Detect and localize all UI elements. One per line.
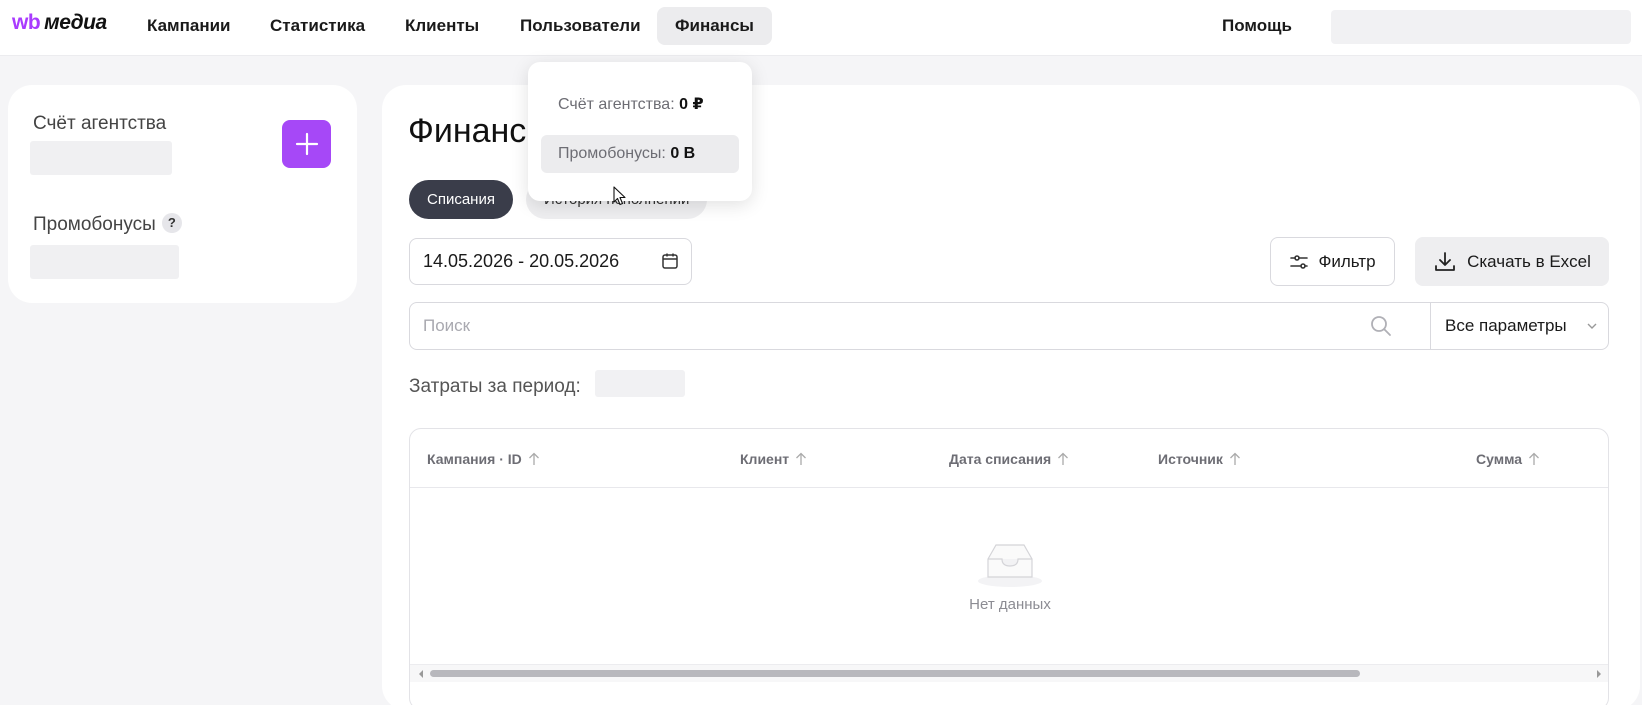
nav-item-users[interactable]: Пользователи bbox=[502, 7, 659, 45]
search-icon[interactable] bbox=[1369, 314, 1393, 338]
sort-arrow-icon bbox=[1529, 452, 1539, 465]
sliders-icon bbox=[1290, 254, 1309, 269]
dropdown-item-agency-account[interactable]: Счёт агентства: 0 ₽ bbox=[541, 86, 739, 124]
nav-item-finances[interactable]: Финансы bbox=[657, 7, 772, 45]
dropdown-promo-value: 0 В bbox=[670, 145, 696, 162]
user-profile-placeholder[interactable] bbox=[1331, 10, 1631, 44]
horizontal-scrollbar[interactable] bbox=[410, 664, 1608, 682]
scrollbar-thumb[interactable] bbox=[430, 670, 1360, 677]
download-excel-button[interactable]: Скачать в Excel bbox=[1415, 237, 1609, 286]
tab-write-offs[interactable]: Списания bbox=[409, 180, 513, 219]
scroll-left-icon[interactable] bbox=[417, 669, 425, 679]
question-icon[interactable]: ? bbox=[161, 213, 182, 233]
write-offs-table: Кампания · ID Клиент Дата списания Источ… bbox=[409, 428, 1609, 705]
mouse-cursor-icon bbox=[613, 186, 626, 206]
nav-item-clients[interactable]: Клиенты bbox=[387, 7, 497, 45]
filter-label: Фильтр bbox=[1318, 251, 1376, 271]
date-range-picker[interactable]: 14.05.2026 - 20.05.2026 bbox=[409, 238, 692, 285]
column-label: Кампания · ID bbox=[427, 451, 522, 467]
nav-item-statistics[interactable]: Статистика bbox=[252, 7, 383, 45]
column-amount[interactable]: Сумма bbox=[1476, 451, 1540, 467]
add-funds-button[interactable] bbox=[282, 120, 331, 168]
plus-icon bbox=[295, 132, 318, 156]
column-campaign-id[interactable]: Кампания · ID bbox=[427, 451, 540, 467]
period-costs-value-skeleton bbox=[595, 370, 685, 397]
column-source[interactable]: Источник bbox=[1158, 451, 1241, 467]
balance-card: Счёт агентства Промобонусы? bbox=[8, 85, 357, 303]
params-select-value: Все параметры bbox=[1445, 316, 1567, 335]
sort-arrow-icon bbox=[796, 452, 807, 465]
date-range-value: 14.05.2026 - 20.05.2026 bbox=[423, 251, 620, 271]
scroll-right-icon[interactable] bbox=[1595, 669, 1603, 679]
dropdown-promo-label: Промобонусы: bbox=[558, 145, 666, 162]
search-bar: Все параметры bbox=[409, 302, 1609, 350]
balance-dropdown: Счёт агентства: 0 ₽ Промобонусы: 0 В bbox=[528, 62, 752, 201]
dropdown-item-promobonuses[interactable]: Промобонусы: 0 В bbox=[541, 135, 739, 173]
promobonuses-label: Промобонусы bbox=[33, 214, 156, 235]
download-excel-label: Скачать в Excel bbox=[1467, 251, 1591, 271]
params-select[interactable]: Все параметры bbox=[1430, 303, 1608, 349]
sort-arrow-icon bbox=[1229, 452, 1240, 465]
logo-text: медиа bbox=[44, 11, 107, 34]
column-label: Клиент bbox=[740, 451, 790, 467]
empty-inbox-icon bbox=[978, 544, 1042, 587]
dropdown-agency-label: Счёт агентства: bbox=[558, 96, 675, 113]
promobonuses-title: Промобонусы? bbox=[33, 213, 182, 236]
column-label: Дата списания bbox=[949, 451, 1052, 467]
agency-account-label: Счёт агентства bbox=[33, 113, 167, 134]
table-header: Кампания · ID Клиент Дата списания Источ… bbox=[410, 429, 1608, 488]
column-label: Сумма bbox=[1476, 451, 1523, 467]
period-costs-label: Затраты за период: bbox=[409, 376, 581, 397]
filter-button[interactable]: Фильтр bbox=[1270, 237, 1395, 286]
chevron-down-icon bbox=[1587, 323, 1597, 329]
logo[interactable]: wb медиа bbox=[12, 11, 107, 35]
help-link[interactable]: Помощь bbox=[1222, 7, 1292, 45]
sort-arrow-icon bbox=[528, 452, 539, 465]
download-icon bbox=[1435, 251, 1455, 271]
agency-account-value-skeleton bbox=[30, 141, 172, 175]
sort-arrow-icon bbox=[1058, 452, 1069, 465]
column-client[interactable]: Клиент bbox=[740, 451, 807, 467]
logo-mark: wb bbox=[12, 11, 41, 34]
nav-item-campaigns[interactable]: Кампании bbox=[129, 7, 249, 45]
promobonuses-value-skeleton bbox=[30, 245, 179, 279]
search-input[interactable] bbox=[410, 303, 1410, 349]
calendar-icon bbox=[662, 253, 678, 269]
top-navigation-bar: wb медиа Кампании Статистика Клиенты Поль… bbox=[0, 0, 1642, 56]
dropdown-agency-value: 0 ₽ bbox=[679, 96, 704, 113]
empty-state-text: Нет данных bbox=[969, 596, 1051, 613]
column-label: Источник bbox=[1158, 451, 1223, 467]
column-write-off-date[interactable]: Дата списания bbox=[949, 451, 1069, 467]
